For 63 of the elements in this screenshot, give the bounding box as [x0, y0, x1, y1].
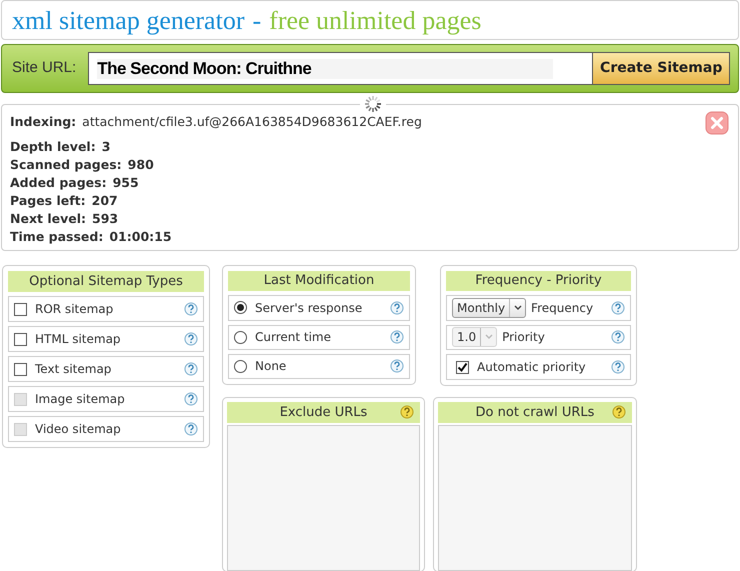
stat-label: Time passed:: [10, 228, 104, 246]
radio-button[interactable]: [234, 301, 247, 314]
site-title: xml sitemap generator: [12, 4, 244, 37]
indexing-path: attachment/cfile3.uf@266A163854D9683612CAEF.reg: [82, 113, 422, 131]
help-icon[interactable]: [184, 392, 198, 406]
help-icon[interactable]: [611, 360, 625, 374]
stat-value: 3: [102, 138, 110, 156]
close-icon[interactable]: [705, 111, 729, 135]
dropdown: 1.0: [452, 327, 498, 348]
checkbox-label: Video sitemap: [35, 421, 121, 438]
radio-button[interactable]: [234, 330, 247, 344]
caret-icon: [514, 304, 522, 311]
checkbox[interactable]: [456, 360, 469, 374]
url-list-field[interactable]: [438, 425, 632, 571]
checkbox-label: Text sitemap: [35, 361, 112, 378]
stat-value: 01:00:15: [109, 228, 172, 246]
panel-title: Exclude URLs: [280, 404, 368, 422]
dropdown-label: Priority: [502, 329, 545, 346]
create-sitemap-button[interactable]: Create Sitemap: [593, 52, 730, 85]
title-separator: -: [252, 4, 262, 36]
stat-label: Added pages:: [10, 174, 107, 192]
radio-label: Server's response: [255, 300, 362, 317]
panel-title: Do not crawl URLs: [476, 404, 594, 422]
dropdown-label: Frequency: [531, 300, 594, 317]
stat-label: Next level:: [10, 210, 86, 228]
site-url-label: Site URL:: [12, 58, 76, 78]
checkbox[interactable]: [14, 332, 27, 346]
stat-value: 207: [92, 192, 118, 210]
stat-value: 955: [112, 174, 139, 192]
checkbox-label: Automatic priority: [477, 359, 586, 376]
help-icon[interactable]: [611, 330, 625, 344]
stat-value: 593: [92, 210, 118, 228]
panel-title: Last Modification: [264, 272, 374, 290]
stat-value: 980: [128, 156, 154, 174]
help-icon[interactable]: [612, 405, 626, 419]
panel-title: Optional Sitemap Types: [29, 272, 183, 291]
help-icon[interactable]: [184, 332, 198, 346]
panel-title: Frequency - Priority: [475, 272, 602, 290]
checkbox[interactable]: [14, 362, 27, 376]
help-icon[interactable]: [184, 362, 198, 376]
help-icon[interactable]: [184, 422, 198, 436]
help-icon[interactable]: [400, 405, 414, 419]
stat-label: Pages left:: [10, 192, 86, 210]
checkbox-label: ROR sitemap: [35, 301, 114, 318]
help-icon[interactable]: [184, 302, 198, 316]
indexing-label: Indexing:: [10, 113, 76, 131]
dropdown[interactable]: Monthly: [452, 298, 526, 318]
checkbox-label: HTML sitemap: [35, 331, 121, 348]
url-list-field[interactable]: [227, 425, 420, 571]
stat-label: Scanned pages:: [10, 156, 122, 174]
help-icon[interactable]: [390, 359, 404, 374]
help-icon[interactable]: [390, 300, 404, 315]
caret-icon: [484, 334, 493, 340]
checkbox-label: Image sitemap: [35, 391, 125, 408]
checkbox[interactable]: [14, 302, 27, 316]
url-input-field[interactable]: The Second Moon: Cruithne: [88, 52, 594, 85]
help-icon[interactable]: [390, 330, 404, 344]
help-icon[interactable]: [611, 300, 625, 315]
radio-label: None: [255, 358, 286, 376]
site-subtitle: free unlimited pages: [269, 4, 482, 37]
radio-button[interactable]: [234, 360, 247, 373]
radio-label: Current time: [255, 329, 331, 346]
stat-label: Depth level:: [10, 138, 96, 156]
